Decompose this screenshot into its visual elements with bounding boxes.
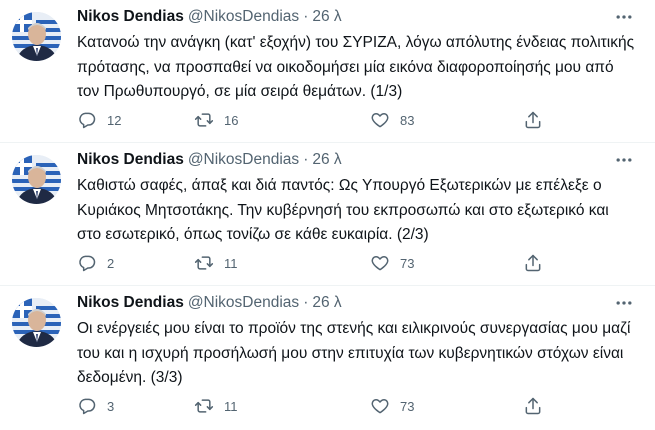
retweet-count: 16 [224, 112, 239, 128]
separator-dot: · [303, 151, 309, 168]
share-button[interactable] [523, 394, 543, 418]
retweet-count: 11 [224, 255, 238, 271]
retweet-button[interactable]: 11 [194, 394, 238, 418]
retweet-button[interactable]: 11 [194, 251, 238, 275]
tweet-header: Nikos Dendias @NikosDendias · 26 λ [77, 6, 655, 28]
heart-icon [370, 396, 390, 416]
like-button[interactable]: 73 [370, 251, 414, 275]
reply-icon [77, 396, 97, 416]
like-button[interactable]: 83 [370, 108, 414, 132]
reply-count: 12 [107, 112, 122, 128]
reply-count: 3 [107, 398, 115, 414]
reply-icon [77, 110, 97, 130]
retweet-button[interactable]: 16 [194, 108, 238, 132]
like-button[interactable]: 73 [370, 394, 414, 418]
share-icon [523, 396, 543, 416]
tweet[interactable]: Nikos Dendias @NikosDendias · 26 λ Κατανοώ … [0, 0, 655, 143]
share-icon [523, 110, 543, 130]
separator-dot: · [303, 294, 309, 311]
timestamp[interactable]: 26 λ [312, 294, 341, 311]
tweet-actions: 12 16 83 [77, 108, 557, 132]
reply-button[interactable]: 12 [77, 108, 121, 132]
share-button[interactable] [523, 251, 543, 275]
tweet-text: Καθιστώ σαφές, άπαξ και διά παντός: Ως Υ… [77, 177, 609, 243]
share-icon [523, 253, 543, 273]
tweet[interactable]: Nikos Dendias @NikosDendias · 26 λ Οι ενέργ… [0, 286, 655, 429]
reply-icon [77, 253, 97, 273]
tweet-actions: 2 11 73 [77, 251, 557, 275]
avatar[interactable] [12, 155, 61, 204]
retweet-icon [194, 396, 214, 416]
reply-count: 2 [107, 255, 115, 271]
author-name[interactable]: Nikos Dendias [77, 151, 184, 168]
reply-button[interactable]: 2 [77, 251, 114, 275]
more-icon[interactable] [611, 4, 637, 30]
like-count: 73 [400, 255, 415, 271]
retweet-icon [194, 253, 214, 273]
like-count: 73 [400, 398, 415, 414]
share-button[interactable] [523, 108, 543, 132]
avatar[interactable] [12, 12, 61, 61]
author-name[interactable]: Nikos Dendias [77, 294, 184, 311]
author-name[interactable]: Nikos Dendias [77, 8, 184, 25]
more-icon[interactable] [611, 147, 637, 173]
heart-icon [370, 110, 390, 130]
author-handle[interactable]: @NikosDendias [188, 151, 299, 168]
tweet-text: Οι ενέργειές μου είναι το προϊόν της στε… [77, 320, 631, 386]
separator-dot: · [303, 8, 309, 25]
tweet[interactable]: Nikos Dendias @NikosDendias · 26 λ Καθιστώ … [0, 143, 655, 286]
like-count: 83 [400, 112, 415, 128]
tweet-header: Nikos Dendias @NikosDendias · 26 λ [77, 292, 655, 314]
avatar[interactable] [12, 298, 61, 347]
tweet-text: Κατανοώ την ανάγκη (κατ' εξοχήν) του ΣΥΡ… [77, 34, 635, 100]
tweet-actions: 3 11 73 [77, 394, 557, 418]
author-handle[interactable]: @NikosDendias [188, 294, 299, 311]
reply-button[interactable]: 3 [77, 394, 114, 418]
timestamp[interactable]: 26 λ [312, 8, 341, 25]
author-handle[interactable]: @NikosDendias [188, 8, 299, 25]
tweet-header: Nikos Dendias @NikosDendias · 26 λ [77, 149, 655, 171]
timestamp[interactable]: 26 λ [312, 151, 341, 168]
retweet-count: 11 [224, 398, 238, 414]
more-icon[interactable] [611, 290, 637, 316]
heart-icon [370, 253, 390, 273]
retweet-icon [194, 110, 214, 130]
